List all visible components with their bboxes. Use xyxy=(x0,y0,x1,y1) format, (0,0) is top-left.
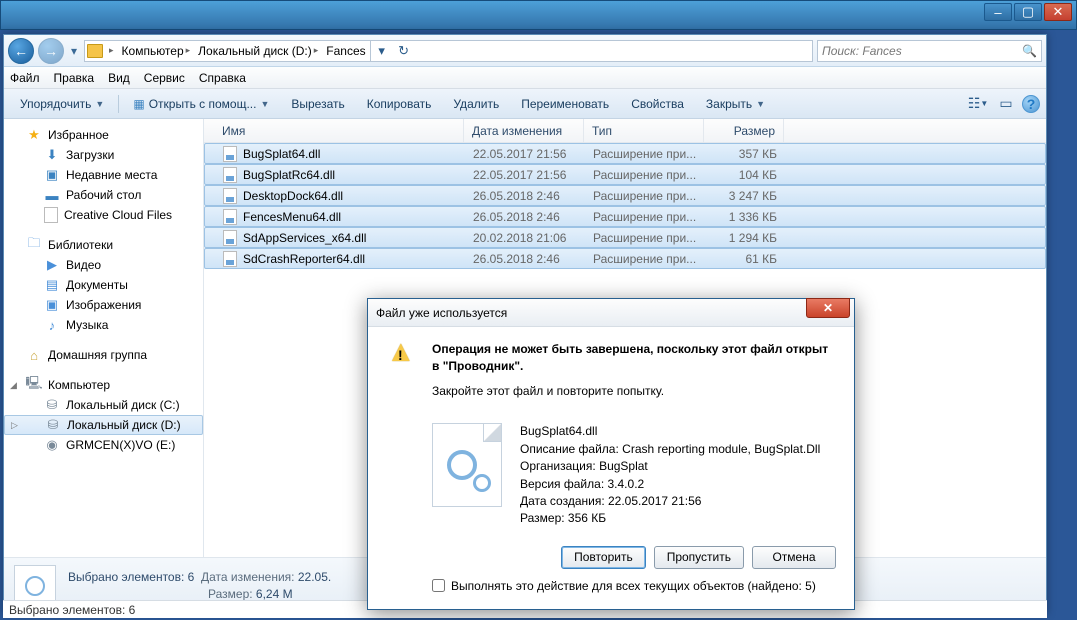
breadcrumb-drive[interactable]: Локальный диск (D:) ▸ xyxy=(194,41,322,61)
column-date[interactable]: Дата изменения xyxy=(464,119,584,142)
delete-button[interactable]: Удалить xyxy=(443,93,509,115)
file-row[interactable]: SdAppServices_x64.dll20.02.2018 21:06Рас… xyxy=(204,227,1046,248)
column-name[interactable]: Имя xyxy=(214,119,464,142)
address-dropdown-icon[interactable]: ▾ xyxy=(371,41,393,61)
retry-button[interactable]: Повторить xyxy=(561,546,646,569)
tree-libraries[interactable]: 🗀Библиотеки xyxy=(4,235,203,255)
file-row[interactable]: BugSplatRc64.dll22.05.2017 21:56Расширен… xyxy=(204,164,1046,185)
toolbar-separator xyxy=(118,95,119,113)
tree-music[interactable]: ♪Музыка xyxy=(4,315,203,335)
nav-bar: ← → ▾ ▸ Компьютер ▸ Локальный диск (D:) … xyxy=(4,35,1046,67)
organize-button[interactable]: Упорядочить ▼ xyxy=(10,93,114,115)
dialog-titlebar[interactable]: Файл уже используется ✕ xyxy=(368,299,854,327)
parent-close-button[interactable]: ✕ xyxy=(1044,3,1072,21)
tree-pictures[interactable]: ▣Изображения xyxy=(4,295,203,315)
dialog-file-details: BugSplat64.dll Описание файла: Crash rep… xyxy=(520,423,820,527)
dialog-file-icon xyxy=(432,423,502,507)
column-type[interactable]: Тип xyxy=(584,119,704,142)
breadcrumb-computer[interactable]: Компьютер ▸ xyxy=(118,41,195,61)
tree-drive-d[interactable]: ▷⛁Локальный диск (D:) xyxy=(4,415,203,435)
help-icon[interactable]: ? xyxy=(1022,95,1040,113)
breadcrumb-folder[interactable]: Fances xyxy=(322,41,369,61)
file-row[interactable]: BugSplat64.dll22.05.2017 21:56Расширение… xyxy=(204,143,1046,164)
tree-creative-cloud[interactable]: Creative Cloud Files xyxy=(4,205,203,225)
close-button[interactable]: Закрыть ▼ xyxy=(696,93,775,115)
tree-video[interactable]: ▶Видео xyxy=(4,255,203,275)
dll-file-icon xyxy=(223,167,237,183)
tree-computer[interactable]: ◢🖳Компьютер xyxy=(4,375,203,395)
menu-view[interactable]: Вид xyxy=(108,71,130,85)
tree-desktop[interactable]: ▬Рабочий стол xyxy=(4,185,203,205)
parent-maximize-button[interactable]: ▢ xyxy=(1014,3,1042,21)
dialog-message-1: Операция не может быть завершена, поскол… xyxy=(432,342,828,373)
file-row[interactable]: FencesMenu64.dll26.05.2018 2:46Расширени… xyxy=(204,206,1046,227)
apply-all-checkbox[interactable] xyxy=(432,579,445,592)
toolbar: Упорядочить ▼ ▦ Открыть с помощ... ▼ Выр… xyxy=(4,89,1046,119)
preview-pane-icon[interactable]: ▭ xyxy=(994,93,1018,115)
column-headers: Имя Дата изменения Тип Размер xyxy=(204,119,1046,143)
parent-minimize-button[interactable]: – xyxy=(984,3,1012,21)
search-placeholder: Поиск: Fances xyxy=(822,44,902,58)
file-in-use-dialog: Файл уже используется ✕ Операция не може… xyxy=(367,298,855,610)
column-size[interactable]: Размер xyxy=(704,119,784,142)
navigation-tree[interactable]: ★Избранное ⬇Загрузки ▣Недавние места ▬Ра… xyxy=(4,119,204,557)
tree-homegroup[interactable]: ⌂Домашняя группа xyxy=(4,345,203,365)
tree-recent[interactable]: ▣Недавние места xyxy=(4,165,203,185)
cut-button[interactable]: Вырезать xyxy=(281,93,354,115)
dialog-title: Файл уже используется xyxy=(376,306,507,320)
cancel-button[interactable]: Отмена xyxy=(752,546,836,569)
details-selected-count: Выбрано элементов: 6 xyxy=(68,570,194,584)
folder-icon xyxy=(87,44,103,58)
file-row[interactable]: DesktopDock64.dll26.05.2018 2:46Расширен… xyxy=(204,185,1046,206)
apply-all-label: Выполнять это действие для всех текущих … xyxy=(451,579,816,593)
open-with-button[interactable]: ▦ Открыть с помощ... ▼ xyxy=(123,93,279,115)
menu-edit[interactable]: Правка xyxy=(54,71,95,85)
rename-button[interactable]: Переименовать xyxy=(511,93,619,115)
nav-back-button[interactable]: ← xyxy=(8,38,34,64)
nav-forward-button[interactable]: → xyxy=(38,38,64,64)
warning-icon xyxy=(386,341,418,373)
tree-downloads[interactable]: ⬇Загрузки xyxy=(4,145,203,165)
tree-drive-c[interactable]: ⛁Локальный диск (C:) xyxy=(4,395,203,415)
copy-button[interactable]: Копировать xyxy=(357,93,442,115)
properties-button[interactable]: Свойства xyxy=(621,93,694,115)
refresh-icon[interactable]: ↻ xyxy=(393,41,415,61)
menu-file[interactable]: Файл xyxy=(10,71,40,85)
nav-history-dropdown[interactable]: ▾ xyxy=(68,41,80,61)
search-input[interactable]: Поиск: Fances 🔍 xyxy=(817,40,1042,62)
tree-drive-e[interactable]: ◉GRMCEN(X)VO (E:) xyxy=(4,435,203,455)
dll-file-icon xyxy=(223,146,237,162)
file-row[interactable]: SdCrashReporter64.dll26.05.2018 2:46Расш… xyxy=(204,248,1046,269)
view-options-icon[interactable]: ☷ ▼ xyxy=(966,93,990,115)
skip-button[interactable]: Пропустить xyxy=(654,546,744,569)
menu-bar: Файл Правка Вид Сервис Справка xyxy=(4,67,1046,89)
tree-favorites[interactable]: ★Избранное xyxy=(4,125,203,145)
dll-file-icon xyxy=(223,251,237,267)
menu-help[interactable]: Справка xyxy=(199,71,246,85)
breadcrumb-dropdown[interactable]: ▸ xyxy=(105,41,118,61)
address-bar[interactable]: ▸ Компьютер ▸ Локальный диск (D:) ▸ Fanc… xyxy=(84,40,813,62)
search-icon[interactable]: 🔍 xyxy=(1022,44,1037,58)
menu-service[interactable]: Сервис xyxy=(144,71,185,85)
dll-file-icon xyxy=(223,209,237,225)
tree-documents[interactable]: ▤Документы xyxy=(4,275,203,295)
dll-file-icon xyxy=(223,230,237,246)
dialog-message-2: Закройте этот файл и повторите попытку. xyxy=(432,383,836,400)
dialog-close-button[interactable]: ✕ xyxy=(806,298,850,318)
dll-file-icon xyxy=(223,188,237,204)
